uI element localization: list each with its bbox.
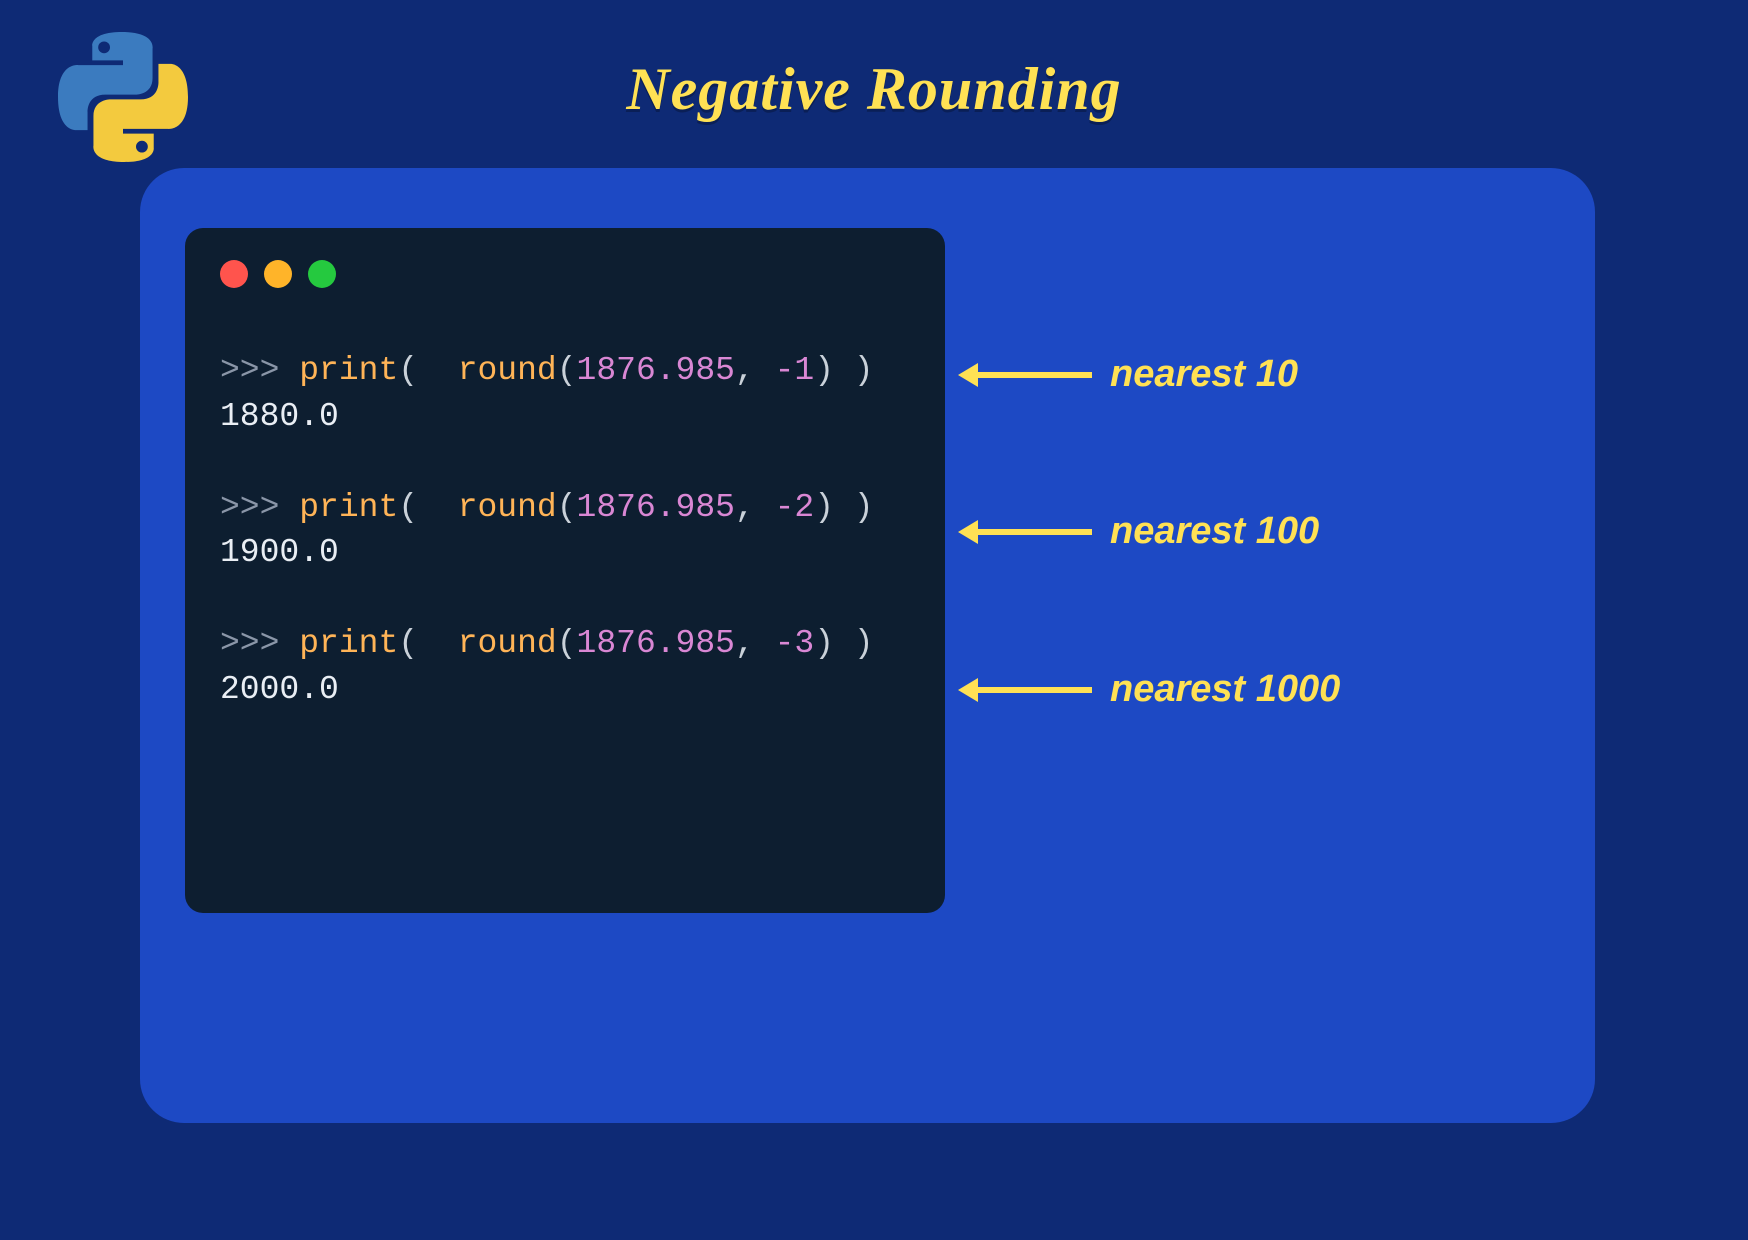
prompt: >>> — [220, 352, 279, 389]
print-func: print — [299, 625, 398, 662]
annotation-nearest-1000: nearest 1000 — [972, 668, 1340, 711]
output-value: 1880.0 — [220, 398, 339, 435]
minimize-icon — [264, 260, 292, 288]
code-block: >>> print( round(1876.985, -1) ) 1880.0 … — [220, 348, 874, 712]
close-icon — [220, 260, 248, 288]
code-window: >>> print( round(1876.985, -1) ) 1880.0 … — [185, 228, 945, 913]
arg-ndigits: -2 — [775, 489, 815, 526]
arrow-left-icon — [972, 687, 1092, 693]
prompt: >>> — [220, 625, 279, 662]
print-func: print — [299, 489, 398, 526]
arg-ndigits: -3 — [775, 625, 815, 662]
arrow-left-icon — [972, 529, 1092, 535]
content-panel: >>> print( round(1876.985, -1) ) 1880.0 … — [140, 168, 1595, 1123]
annotation-label: nearest 100 — [1110, 510, 1319, 553]
arg-number: 1876.985 — [577, 625, 735, 662]
output-value: 1900.0 — [220, 534, 339, 571]
arg-number: 1876.985 — [577, 489, 735, 526]
arrow-left-icon — [972, 372, 1092, 378]
window-controls — [220, 260, 336, 288]
sep: , — [735, 352, 775, 389]
arg-number: 1876.985 — [577, 352, 735, 389]
round-func: round — [458, 352, 557, 389]
prompt: >>> — [220, 489, 279, 526]
output-value: 2000.0 — [220, 671, 339, 708]
sep: , — [735, 489, 775, 526]
sep: , — [735, 625, 775, 662]
print-func: print — [299, 352, 398, 389]
annotation-nearest-10: nearest 10 — [972, 353, 1298, 396]
annotation-label: nearest 1000 — [1110, 668, 1340, 711]
maximize-icon — [308, 260, 336, 288]
page-title: Negative Rounding — [0, 55, 1748, 124]
annotation-label: nearest 10 — [1110, 353, 1298, 396]
round-func: round — [458, 489, 557, 526]
annotation-nearest-100: nearest 100 — [972, 510, 1319, 553]
round-func: round — [458, 625, 557, 662]
arg-ndigits: -1 — [775, 352, 815, 389]
